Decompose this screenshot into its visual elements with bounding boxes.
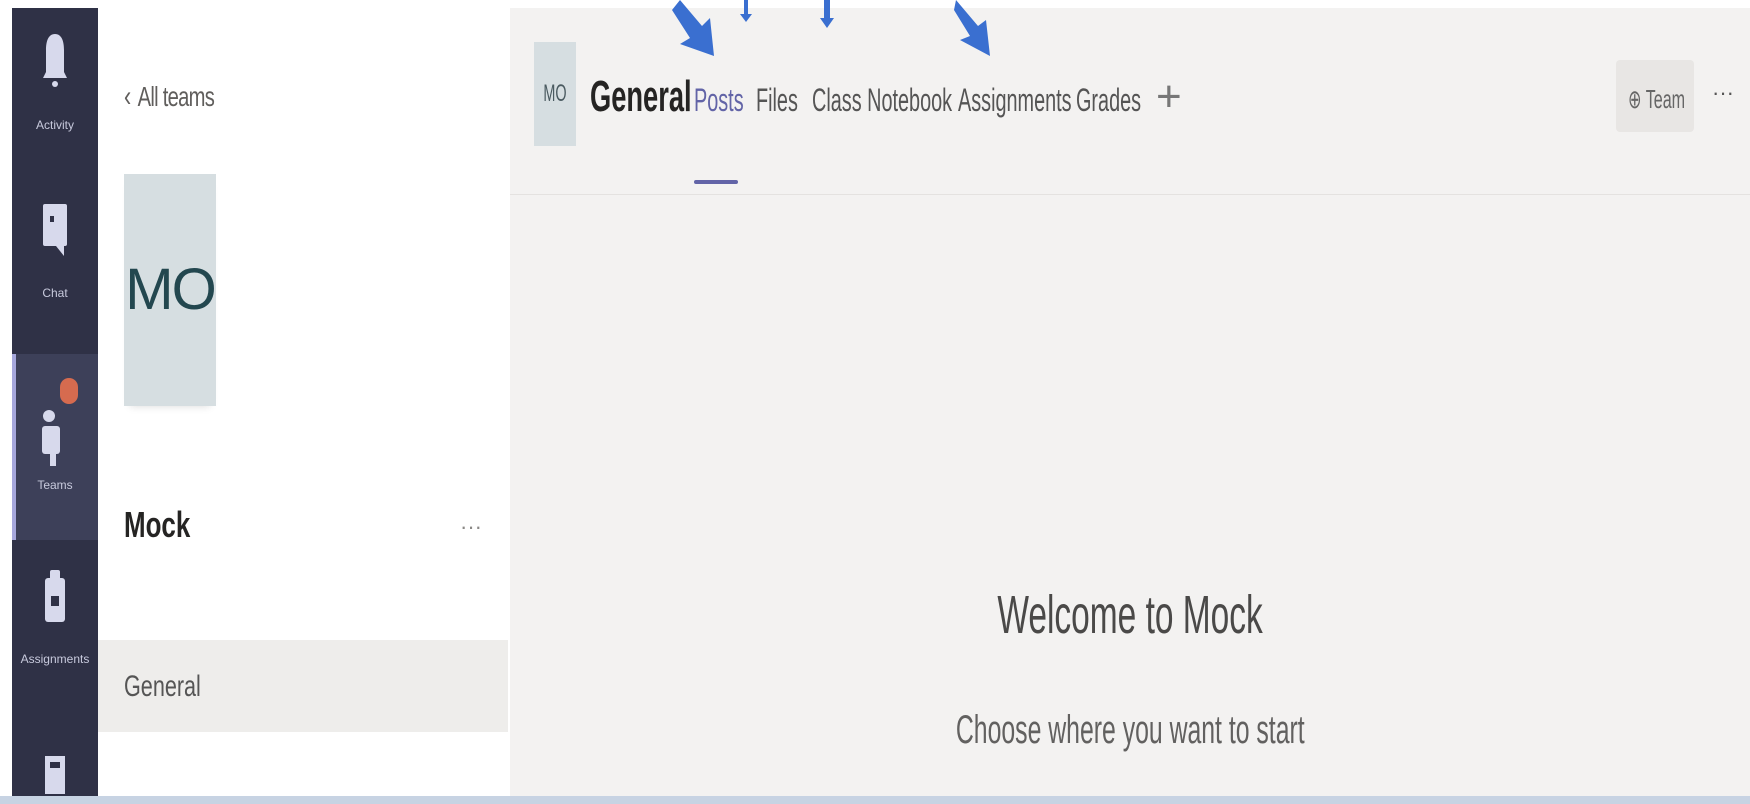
rail-item-teams[interactable]: Teams: [12, 354, 98, 540]
welcome-subtitle: Choose where you want to start: [510, 708, 1750, 753]
screenshot-border-bottom: [0, 796, 1750, 804]
welcome-title: Welcome to Mock: [510, 584, 1750, 646]
channel-title: General: [590, 72, 692, 121]
app-rail: Activity Chat Teams Assignments: [12, 8, 98, 796]
rail-item-assignments[interactable]: Assignments: [12, 542, 98, 692]
team-button[interactable]: ⊕ Team: [1616, 60, 1694, 132]
add-tab-button[interactable]: +: [1156, 72, 1182, 122]
channel-team-avatar-initials: MO: [543, 80, 567, 107]
tab-class-notebook[interactable]: Class Notebook: [812, 82, 952, 119]
team-panel: ‹ All teams MO Mock ··· General: [98, 8, 508, 796]
welcome-subtitle-text: Choose where you want to start: [955, 708, 1305, 752]
team-name: Mock: [124, 504, 191, 545]
team-avatar: MO: [124, 174, 217, 406]
rail-label-assignments: Assignments: [20, 652, 90, 666]
assignments-icon: [43, 566, 67, 629]
tab-grades[interactable]: Grades: [1076, 82, 1141, 119]
welcome-title-text: Welcome to Mock: [997, 585, 1263, 645]
annotation-arrow-notebook-tip: [820, 0, 834, 28]
calendar-icon: [44, 754, 66, 799]
annotation-arrow-posts: [672, 0, 714, 56]
notification-badge: [60, 378, 78, 404]
all-teams-label: All teams: [137, 81, 215, 112]
screenshot-border-top: [0, 0, 1750, 8]
team-button-label: ⊕ Team: [1628, 84, 1686, 114]
bell-icon: [42, 32, 68, 93]
chat-icon: [42, 202, 68, 263]
header-more-options-button[interactable]: ···: [1712, 80, 1734, 106]
tab-posts[interactable]: Posts: [694, 82, 744, 119]
rail-item-activity[interactable]: Activity: [12, 8, 98, 158]
rail-label-activity: Activity: [35, 118, 74, 132]
channel-team-avatar: MO: [534, 42, 576, 146]
annotation-arrow-assignments: [954, 0, 990, 56]
all-teams-link[interactable]: ‹ All teams: [124, 80, 215, 114]
tab-assignments[interactable]: Assignments: [958, 82, 1072, 119]
tab-files[interactable]: Files: [756, 82, 798, 119]
rail-item-chat[interactable]: Chat: [12, 180, 98, 330]
screenshot-border-left: [0, 0, 12, 804]
annotation-arrow-files-tip: [740, 0, 752, 22]
active-tab-indicator: [694, 180, 738, 184]
team-avatar-initials: MO: [125, 257, 216, 322]
team-more-options-button[interactable]: ···: [460, 514, 482, 540]
rail-label-teams: Teams: [37, 478, 73, 492]
channel-label: General: [124, 670, 201, 703]
channel-item-general[interactable]: General: [98, 640, 508, 732]
main-content: MO General Posts Files Class Notebook As…: [510, 0, 1750, 796]
chevron-left-icon: ‹: [124, 80, 131, 113]
rail-label-chat: Chat: [42, 286, 68, 300]
teams-icon: [40, 408, 70, 473]
rail-item-calendar[interactable]: [12, 718, 98, 796]
